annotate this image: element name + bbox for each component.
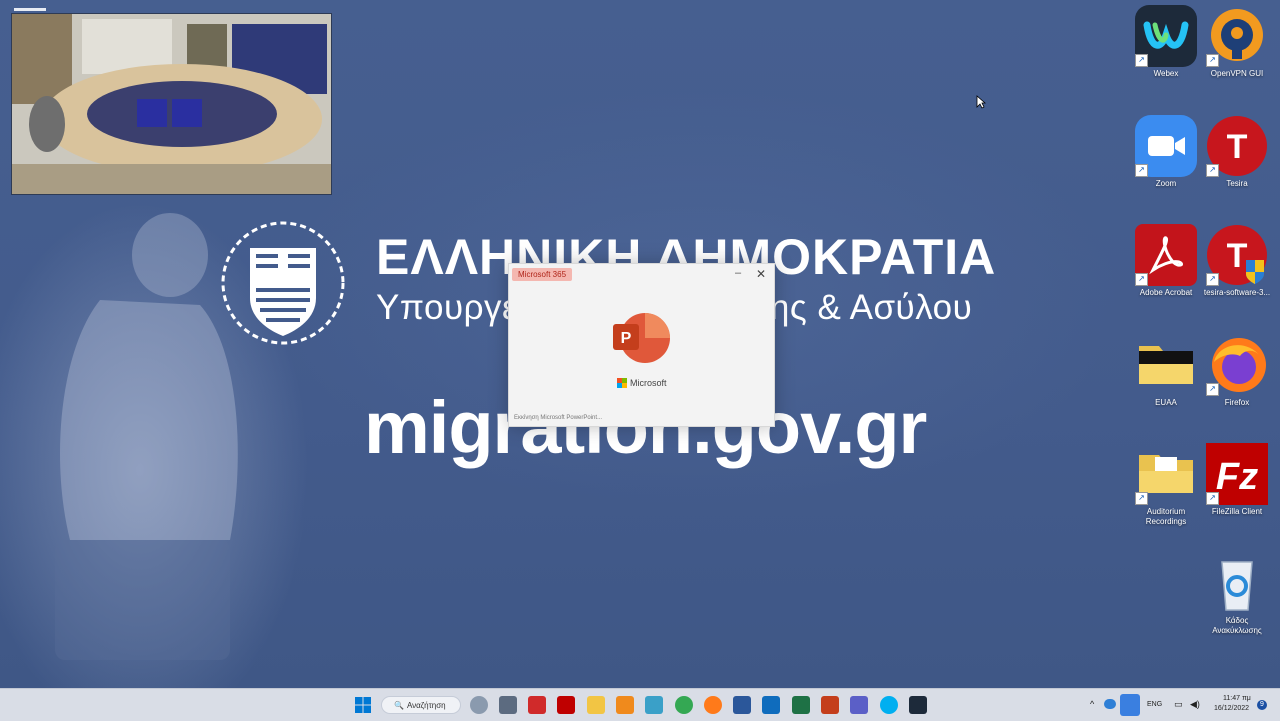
- svg-text:P: P: [621, 330, 632, 347]
- desktop-icon-recycle-bin[interactable]: Κάδος Ανακύκλωσης: [1202, 552, 1272, 636]
- desktop-icon-label: EUAA: [1155, 398, 1177, 407]
- desktop-icon-label: Firefox: [1224, 398, 1250, 407]
- desktop-icon-label: tesira-software-3...: [1203, 288, 1271, 297]
- zoom-icon: ↗: [1135, 115, 1197, 177]
- desktop-icon-euaa[interactable]: EUAA: [1131, 334, 1201, 408]
- shortcut-arrow-icon: ↗: [1135, 54, 1148, 67]
- powerpoint-taskbar-icon[interactable]: [821, 696, 839, 714]
- microphone-icon[interactable]: [1120, 694, 1140, 716]
- desktop-icon-label: Zoom: [1155, 179, 1177, 188]
- shortcut-arrow-icon: ↗: [1135, 273, 1148, 286]
- desktop-icon-tesira-software[interactable]: T ↗ tesira-software-3...: [1202, 224, 1272, 298]
- splash-status-text: Εκκίνηση Microsoft PowerPoint...: [514, 415, 603, 421]
- webex-taskbar-icon[interactable]: [909, 696, 927, 714]
- search-icon: 🔍: [394, 700, 404, 710]
- shortcut-arrow-icon: ↗: [1135, 492, 1148, 505]
- recycle-bin-icon: [1206, 552, 1268, 614]
- powerpoint-splash-dialog[interactable]: Microsoft 365 – ✕ P Microsoft Εκκίνηση M…: [508, 263, 775, 427]
- chrome-icon[interactable]: [675, 696, 693, 714]
- microsoft-label: Microsoft: [630, 378, 667, 388]
- file-explorer-icon[interactable]: [587, 696, 605, 714]
- shortcut-arrow-icon: ↗: [1206, 273, 1219, 286]
- openvpn-icon: ↗: [1206, 5, 1268, 67]
- desktop-icon-label: Webex: [1153, 69, 1179, 78]
- firefox-taskbar-icon[interactable]: [704, 696, 722, 714]
- outlook-icon[interactable]: [762, 696, 780, 714]
- mouse-cursor-icon: [976, 95, 986, 109]
- webex-icon: ↗: [1135, 5, 1197, 67]
- window-handle: [14, 8, 46, 11]
- desktop-icon-label: Tesira: [1226, 179, 1248, 188]
- onedrive-icon[interactable]: [1104, 699, 1116, 709]
- desktop-icon-label: Κάδος Ανακύκλωσης: [1212, 616, 1262, 635]
- shortcut-arrow-icon: ↗: [1206, 383, 1219, 396]
- desktop-icon-zoom[interactable]: ↗ Zoom: [1131, 115, 1201, 189]
- anydesk-icon[interactable]: [528, 696, 546, 714]
- shortcut-arrow-icon: ↗: [1206, 164, 1219, 177]
- desktop-icon-openvpn[interactable]: ↗ OpenVPN GUI: [1202, 5, 1272, 79]
- taskbar: 🔍 Αναζήτηση ^ ENG ▭ ◀) 11:47 πμ 16/12/20…: [0, 688, 1280, 721]
- desktop-icon-label: Adobe Acrobat: [1139, 288, 1193, 297]
- network-icon[interactable]: ▭: [1174, 699, 1183, 710]
- excel-icon[interactable]: [792, 696, 810, 714]
- language-indicator[interactable]: ENG: [1147, 701, 1162, 708]
- teams-icon[interactable]: [850, 696, 868, 714]
- svg-text:T: T: [1227, 128, 1248, 166]
- acrobat-icon: ↗: [1135, 224, 1197, 286]
- minimize-button[interactable]: –: [735, 267, 741, 279]
- camera-icon[interactable]: [499, 696, 517, 714]
- volume-icon[interactable]: ◀): [1190, 699, 1200, 710]
- firefox-icon: ↗: [1206, 334, 1268, 396]
- skype-icon[interactable]: [880, 696, 898, 714]
- taskbar-search[interactable]: 🔍 Αναζήτηση: [381, 696, 461, 714]
- filezilla-taskbar-icon[interactable]: [557, 696, 575, 714]
- tray-overflow-chevron-icon[interactable]: ^: [1090, 699, 1094, 709]
- desktop-icon-adobe-acrobat[interactable]: ↗ Adobe Acrobat: [1131, 224, 1201, 298]
- microsoft-365-badge: Microsoft 365: [512, 268, 573, 281]
- desktop-icon-label: FileZilla Client: [1211, 507, 1263, 516]
- svg-text:Fz: Fz: [1216, 456, 1258, 498]
- clock-date[interactable]: 16/12/2022: [1214, 705, 1249, 712]
- remote-desktop-icon[interactable]: [645, 696, 663, 714]
- desktop: ΕΛΛΗΝΙΚΗ ΔΗΜΟΚΡΑΤΙΑ Υπουργείο Μετανάστευ…: [0, 0, 1280, 688]
- conference-room-video[interactable]: [11, 13, 332, 195]
- notification-badge[interactable]: 9: [1257, 700, 1267, 710]
- desktop-icon-firefox[interactable]: ↗ Firefox: [1202, 334, 1272, 408]
- desktop-icon-tesira[interactable]: T ↗ Tesira: [1202, 115, 1272, 189]
- shortcut-arrow-icon: ↗: [1206, 54, 1219, 67]
- svg-text:T: T: [1227, 237, 1248, 275]
- windows-start-icon[interactable]: [354, 696, 372, 714]
- desktop-icon-webex[interactable]: ↗ Webex: [1131, 5, 1201, 79]
- folder-icon: [1135, 334, 1197, 396]
- clock-time[interactable]: 11:47 πμ: [1223, 695, 1251, 702]
- shortcut-arrow-icon: ↗: [1135, 164, 1148, 177]
- search-label: Αναζήτηση: [406, 700, 446, 710]
- greek-coat-of-arms-logo: [221, 221, 345, 345]
- conference-room-image: [12, 14, 331, 194]
- microsoft-brand-row: Microsoft: [617, 378, 667, 388]
- shortcut-arrow-icon: ↗: [1206, 492, 1219, 505]
- folder-icon: ↗: [1135, 443, 1197, 505]
- close-button[interactable]: ✕: [756, 267, 766, 281]
- tesira-software-icon: T ↗: [1206, 224, 1268, 286]
- desktop-icon-filezilla[interactable]: Fz ↗ FileZilla Client: [1202, 443, 1272, 517]
- settings-icon[interactable]: [470, 696, 488, 714]
- powerpoint-icon: P: [613, 313, 670, 363]
- word-icon[interactable]: [733, 696, 751, 714]
- desktop-icon-label: Auditorium Recordings: [1145, 507, 1187, 526]
- vlc-icon[interactable]: [616, 696, 634, 714]
- desktop-icon-auditorium-recordings[interactable]: ↗ Auditorium Recordings: [1131, 443, 1201, 527]
- tesira-icon: T ↗: [1206, 115, 1268, 177]
- desktop-icon-label: OpenVPN GUI: [1210, 69, 1264, 78]
- microsoft-logo-icon: [617, 378, 627, 388]
- filezilla-icon: Fz ↗: [1206, 443, 1268, 505]
